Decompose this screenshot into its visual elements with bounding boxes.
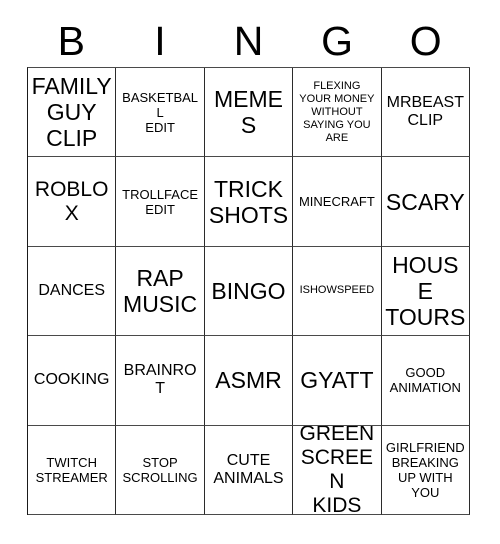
bingo-cell-label: SCARY [385, 188, 465, 215]
bingo-cell[interactable]: TWITCH STREAMER [28, 425, 117, 515]
bingo-cell[interactable]: MEMES [204, 68, 294, 158]
bingo-cell-label: BINGO [211, 277, 286, 304]
bingo-cell-label: GYATT [300, 367, 374, 394]
header-letter-n: N [233, 18, 264, 64]
bingo-cell-label: RAP MUSIC [123, 264, 198, 317]
bingo-cell-label: ISHOWSPEED [299, 284, 375, 297]
bingo-cell[interactable]: SCARY [381, 157, 470, 247]
bingo-cell-label: STOP SCROLLING [122, 454, 198, 485]
bingo-cell-label: HOUSE TOURS [385, 251, 466, 330]
bingo-cell[interactable]: GREEN SCREEN KIDS [293, 425, 382, 515]
bingo-cell-label: BRAINROT [123, 362, 197, 398]
bingo-cell[interactable]: FAMILY GUY CLIP [28, 68, 117, 158]
bingo-cell[interactable]: GYATT [293, 336, 382, 426]
bingo-cell-label: ASMR [215, 367, 282, 394]
bingo-cell[interactable]: BRAINROT [116, 336, 205, 426]
bingo-cell-label: CUTE ANIMALS [213, 451, 284, 487]
bingo-cell-label: MRBEAST CLIP [386, 94, 464, 130]
bingo-cell[interactable]: HOUSE TOURS [381, 246, 470, 337]
bingo-cell-label: COOKING [33, 371, 110, 389]
bingo-cell-label: DANCES [38, 281, 106, 299]
bingo-cell-label: TRICK SHOTS [208, 175, 289, 228]
bingo-cell-label: GREEN SCREEN KIDS [299, 425, 375, 515]
bingo-cell-label: FLEXING YOUR MONEY WITHOUT SAYING YOU AR… [299, 79, 375, 144]
bingo-cell[interactable]: GIRLFRIEND BREAKING UP WITH YOU [381, 425, 470, 515]
bingo-grid: FAMILY GUY CLIP BASKETBALL EDIT MEMES FLEXI… [27, 67, 470, 515]
bingo-cell[interactable]: FLEXING YOUR MONEY WITHOUT SAYING YOU AR… [293, 68, 382, 158]
header-letter-o: O [409, 18, 442, 64]
bingo-cell-label: GIRLFRIEND BREAKING UP WITH YOU [385, 439, 465, 500]
bingo-cell[interactable]: ISHOWSPEED [293, 246, 382, 337]
bingo-cell[interactable]: DANCES [28, 246, 117, 337]
header-letter-i: I [154, 18, 166, 64]
bingo-cell[interactable]: BASKETBALL EDIT [116, 68, 205, 158]
bingo-card: B I N G O FAMILY GUY CLIP BASKETBALL EDIT… [0, 0, 500, 544]
bingo-cell[interactable]: MRBEAST CLIP [381, 68, 470, 158]
bingo-cell[interactable]: ROBLOX [28, 157, 117, 247]
bingo-cell-label: TROLLFACE EDIT [122, 186, 199, 217]
bingo-cell-label: GOOD ANIMATION [389, 365, 461, 396]
bingo-cell[interactable]: TRICK SHOTS [204, 157, 294, 247]
bingo-cell[interactable]: RAP MUSIC [116, 246, 205, 337]
bingo-cell-label: MINECRAFT [298, 194, 375, 210]
bingo-cell[interactable]: COOKING [28, 336, 117, 426]
bingo-cell-label: BASKETBALL EDIT [122, 89, 199, 135]
bingo-cell-label: FAMILY GUY CLIP [31, 73, 112, 152]
bingo-header-row: B I N G O [27, 16, 470, 66]
bingo-cell[interactable]: GOOD ANIMATION [381, 336, 470, 426]
bingo-cell-label: ROBLOX [34, 177, 109, 225]
bingo-cell[interactable]: MINECRAFT [293, 157, 382, 247]
bingo-cell-label: TWITCH STREAMER [35, 454, 108, 485]
bingo-cell[interactable]: BINGO [204, 246, 294, 337]
bingo-cell[interactable]: STOP SCROLLING [116, 425, 205, 515]
bingo-cell-label: MEMES [213, 86, 283, 139]
header-letter-b: B [57, 18, 85, 64]
header-letter-g: G [321, 18, 354, 64]
bingo-cell[interactable]: ASMR [204, 336, 294, 426]
bingo-cell[interactable]: CUTE ANIMALS [204, 425, 294, 515]
bingo-cell[interactable]: TROLLFACE EDIT [116, 157, 205, 247]
